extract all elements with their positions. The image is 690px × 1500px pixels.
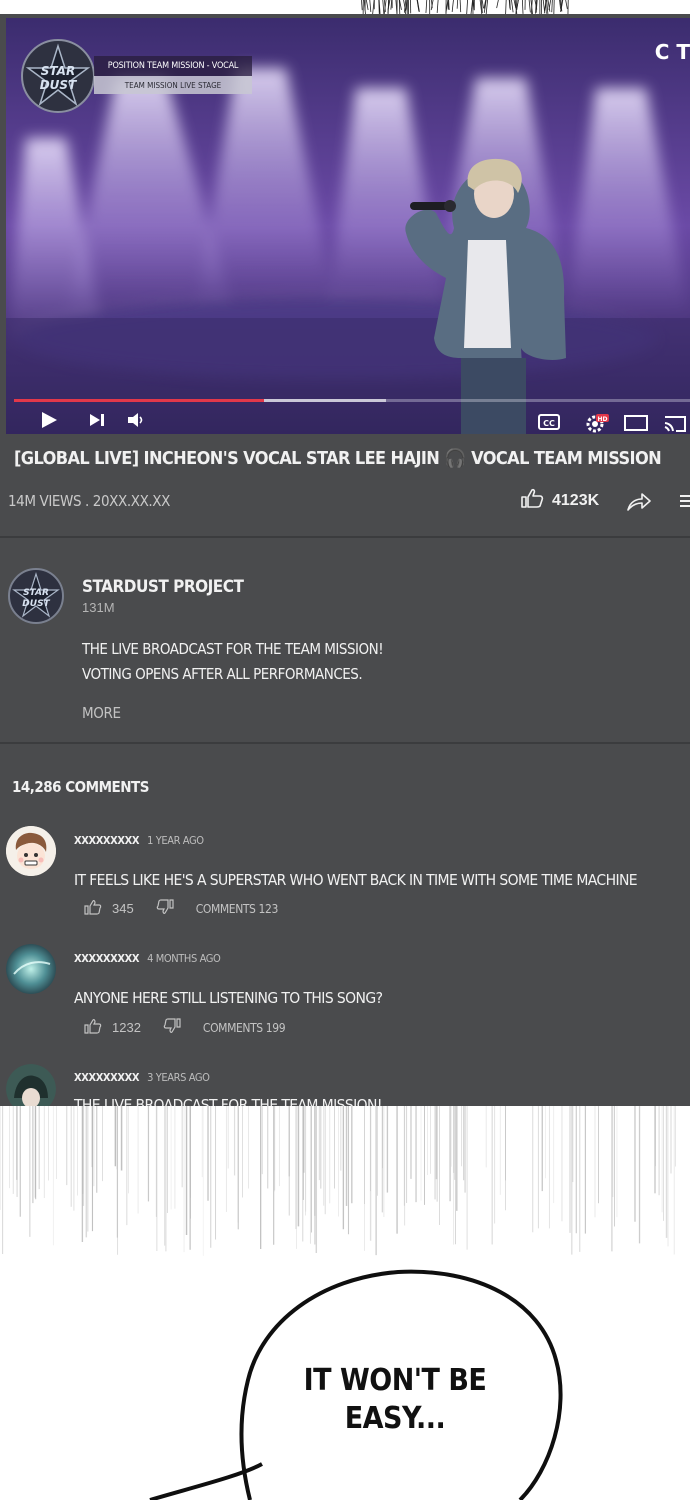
speed-line (390, 0, 393, 10)
comment-time: 3 YEARS AGO (147, 1071, 210, 1084)
speech-line: EASY... (344, 1401, 446, 1436)
avatar[interactable] (6, 944, 56, 994)
play-icon[interactable] (40, 411, 58, 434)
comment-replies[interactable]: COMMENTS 199 (203, 1021, 286, 1035)
comment-user[interactable]: XXXXXXXXX 1 YEAR AGO (74, 834, 204, 847)
comment-text: ANYONE HERE STILL LISTENING TO THIS SONG… (74, 989, 383, 1007)
speed-line (521, 0, 524, 14)
like-button[interactable]: 4123K (520, 487, 599, 514)
comment-user[interactable]: XXXXXXXXX 3 YEARS AGO (74, 1071, 210, 1084)
overlay-subtitle: TEAM MISSION LIVE STAGE (94, 76, 252, 94)
more-link[interactable]: MORE (82, 704, 121, 722)
speed-line (466, 0, 468, 16)
speech-line: IT WON'T BE (303, 1363, 487, 1398)
speed-line (485, 0, 489, 15)
speed-line (369, 0, 372, 12)
progress-played (14, 399, 265, 402)
comment-username: XXXXXXXXX (74, 952, 140, 965)
overlay-title: POSITION TEAM MISSION - VOCAL (94, 56, 252, 76)
comment-actions: 1232 COMMENTS 199 (84, 1018, 286, 1037)
comment-text: IT FEELS LIKE HE'S A SUPERSTAR WHO WENT … (74, 871, 638, 889)
svg-text:DUST: DUST (22, 599, 50, 609)
speed-line (470, 0, 473, 15)
video-title: [GLOBAL LIVE] INCHEON'S VOCAL STAR LEE H… (14, 448, 662, 469)
speed-line (451, 0, 454, 12)
speed-lines (0, 1106, 676, 1256)
progress-bar[interactable] (14, 399, 690, 402)
speed-line (382, 0, 385, 15)
comment-actions: 345 COMMENTS 123 (84, 899, 278, 918)
video-app-screen: STAR DUST POSITION TEAM MISSION - VOCAL … (0, 14, 690, 1106)
speed-line (565, 0, 568, 10)
speed-line (405, 0, 408, 10)
stardust-logo: STAR DUST (20, 38, 96, 119)
thumbs-down-icon[interactable] (163, 1018, 181, 1037)
comment-username: XXXXXXXXX (74, 834, 140, 847)
like-count: 4123K (552, 491, 600, 509)
menu-icon[interactable] (678, 494, 690, 513)
speed-line (436, 0, 439, 13)
speed-line (546, 0, 549, 15)
speed-line (456, 0, 459, 9)
channel-name[interactable]: STARDUST PROJECT (82, 577, 244, 597)
comments-header: 14,286 COMMENTS (12, 778, 149, 796)
divider (0, 536, 690, 538)
speed-line (459, 0, 462, 13)
svg-text:DUST: DUST (40, 78, 77, 92)
broadcaster-mark: C T (654, 40, 690, 64)
speed-line (551, 0, 553, 13)
description-line: THE LIVE BROADCAST FOR THE TEAM MISSION! (82, 640, 384, 658)
share-icon[interactable] (626, 490, 652, 517)
comment-text: THE LIVE BROADCAST FOR THE TEAM MISSION! (74, 1096, 382, 1106)
miniplayer-icon[interactable] (624, 415, 648, 434)
cc-icon[interactable]: CC (538, 414, 560, 434)
speed-line (511, 0, 514, 13)
comment-replies[interactable]: COMMENTS 123 (196, 902, 279, 916)
svg-text:STAR: STAR (23, 588, 49, 598)
speed-line (542, 0, 545, 12)
video-meta: 14M VIEWS . 20XX.XX.XX (8, 492, 170, 510)
svg-text:CC: CC (543, 419, 555, 428)
avatar[interactable] (6, 1064, 56, 1106)
thumbs-up-icon (520, 487, 544, 514)
comment-like-count: 1232 (112, 1020, 141, 1035)
channel-avatar[interactable]: STAR DUST (8, 568, 64, 629)
thumbs-up-icon[interactable] (84, 899, 102, 918)
speech-bubble-text: IT WON'T BE EASY... (270, 1362, 520, 1438)
avatar[interactable] (6, 826, 56, 876)
subscriber-count: 131M (82, 600, 115, 615)
comment-user[interactable]: XXXXXXXXX 4 MONTHS AGO (74, 952, 221, 965)
volume-icon[interactable] (126, 411, 146, 434)
description-line: VOTING OPENS AFTER ALL PERFORMANCES. (82, 665, 363, 683)
svg-text:HD: HD (597, 416, 607, 423)
cast-icon[interactable] (662, 414, 688, 434)
speed-line (496, 0, 499, 9)
speed-line (365, 0, 369, 11)
comment-like-count: 345 (112, 901, 134, 916)
speed-line (425, 0, 428, 13)
speed-line (505, 0, 507, 16)
skip-next-icon[interactable] (88, 411, 106, 434)
speed-line (481, 0, 484, 9)
thumbs-down-icon[interactable] (156, 899, 174, 918)
speed-line (361, 0, 363, 11)
comment-time: 1 YEAR AGO (147, 834, 204, 847)
speed-line (509, 0, 511, 10)
video-player[interactable]: STAR DUST POSITION TEAM MISSION - VOCAL … (6, 18, 690, 434)
divider (0, 742, 690, 744)
comment-time: 4 MONTHS AGO (147, 952, 221, 965)
speed-line (528, 0, 531, 13)
comment-username: XXXXXXXXX (74, 1071, 140, 1084)
thumbs-up-icon[interactable] (84, 1018, 102, 1037)
svg-text:STAR: STAR (41, 64, 75, 78)
hd-settings-icon[interactable]: HD (584, 412, 610, 434)
